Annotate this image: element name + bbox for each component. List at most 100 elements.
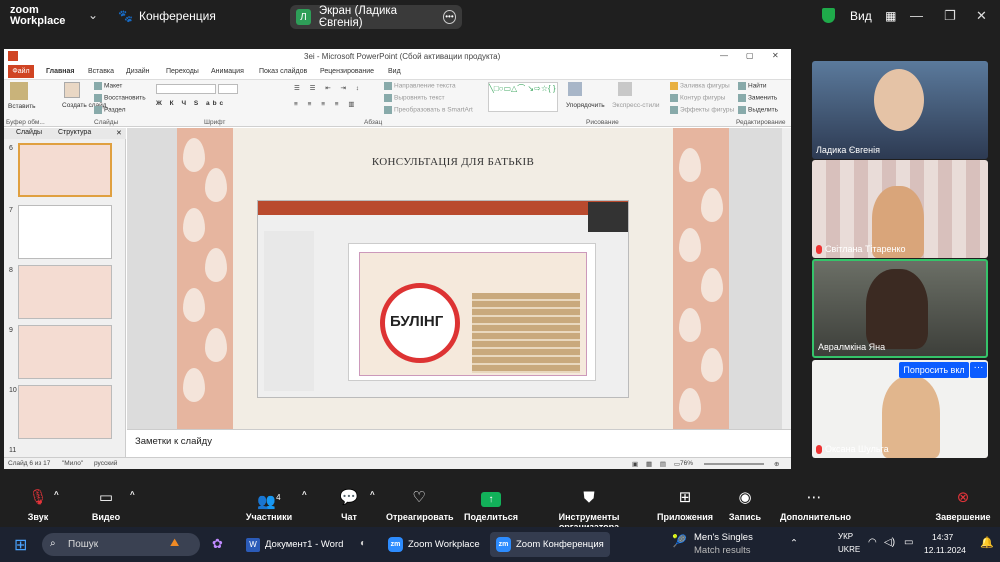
- slide-thumbnail[interactable]: [18, 143, 112, 197]
- shapes-gallery[interactable]: ╲□○▭△⌒ ↘⇨☆{ }: [488, 82, 558, 112]
- smartart-button[interactable]: Преобразовать в SmartArt: [394, 107, 473, 114]
- clock-time[interactable]: 14:37: [932, 532, 953, 542]
- mute-options-chevron[interactable]: ^: [54, 490, 59, 499]
- taskbar-search[interactable]: ⌕ Пошук ⛰: [42, 533, 200, 556]
- host-tools-button[interactable]: ⛊Инструменты организатора: [530, 490, 648, 533]
- text-direction-button[interactable]: Направление текста: [394, 83, 456, 90]
- slide-thumbnail[interactable]: [18, 385, 112, 439]
- tab-slides[interactable]: Слайды: [16, 129, 42, 136]
- tab-view[interactable]: Вид: [388, 68, 401, 75]
- record-button[interactable]: ◉ Запись: [728, 490, 762, 523]
- taskbar-app-zoom-meeting[interactable]: zm Zoom Конференция: [490, 532, 610, 557]
- select-button[interactable]: Выделить: [748, 107, 778, 114]
- ask-to-unmute-button[interactable]: Попросить вкл: [899, 362, 969, 378]
- font-family-select[interactable]: [156, 84, 216, 94]
- share-button[interactable]: ↑ Поделиться: [464, 490, 518, 522]
- find-button[interactable]: Найти: [748, 83, 767, 90]
- vertical-scrollbar[interactable]: [782, 128, 791, 429]
- copilot-icon[interactable]: ✿: [212, 536, 223, 552]
- battery-icon[interactable]: ▭: [904, 537, 913, 548]
- chevron-down-icon[interactable]: ⌄: [88, 8, 98, 22]
- arrange-button[interactable]: Упорядочить: [566, 102, 605, 109]
- apps-button[interactable]: ⊞ Приложения: [656, 490, 714, 523]
- more-button[interactable]: ⋯ Дополнительно: [780, 490, 851, 523]
- slide-notes[interactable]: Заметки к слайду: [127, 429, 791, 457]
- notification-bell-icon[interactable]: 🔔: [980, 536, 994, 549]
- effects-button[interactable]: Эффекты фигуры: [680, 107, 734, 114]
- align-text-button[interactable]: Выровнять текст: [394, 95, 445, 102]
- layout-button[interactable]: Макет: [104, 83, 122, 90]
- meeting-menu[interactable]: 🐾 Конференция: [118, 9, 216, 23]
- chevron-up-icon[interactable]: ⌃: [790, 538, 798, 549]
- participant-tile-active-speaker[interactable]: Авралмкіна Яна: [812, 259, 988, 358]
- close-icon[interactable]: ✕: [976, 8, 987, 24]
- participants-options-chevron[interactable]: ^: [302, 490, 307, 499]
- tab-animation[interactable]: Анимация: [211, 68, 244, 75]
- tab-design[interactable]: Дизайн: [126, 68, 150, 75]
- embedded-screenshot: БУЛІНГ: [257, 200, 629, 398]
- video-button[interactable]: ▭ Видео: [88, 490, 124, 523]
- language-indicator[interactable]: русский: [94, 460, 117, 467]
- quick-styles-button[interactable]: Экспресс-стили: [612, 102, 660, 109]
- new-slide-icon[interactable]: [64, 82, 80, 98]
- replace-button[interactable]: Заменить: [748, 95, 777, 102]
- restore-icon[interactable]: ❐: [944, 8, 956, 24]
- minimize-icon[interactable]: —: [910, 8, 923, 23]
- outline-button[interactable]: Контур фигуры: [680, 95, 725, 102]
- font-format-buttons[interactable]: Ж К Ч S abc: [156, 100, 226, 107]
- zoom-level[interactable]: 76%: [680, 460, 693, 467]
- network-icon[interactable]: ◠: [868, 537, 877, 548]
- close-panel-icon[interactable]: ✕: [116, 129, 122, 137]
- participant-tile[interactable]: Світлана Тітаренко: [812, 160, 988, 258]
- language-indicator[interactable]: УКР: [838, 532, 853, 541]
- list-buttons[interactable]: ☰ ☰ ⇤ ⇥ ↕: [294, 84, 363, 92]
- volume-icon[interactable]: ◁): [884, 537, 895, 548]
- tab-insert[interactable]: Вставка: [88, 68, 114, 75]
- search-highlight-icon: ⛰: [170, 537, 180, 549]
- fill-button[interactable]: Заливка фигуры: [680, 83, 730, 90]
- video-options-chevron[interactable]: ^: [130, 490, 135, 499]
- paste-icon[interactable]: [10, 82, 28, 100]
- end-button[interactable]: ⊗ Завершение: [934, 489, 992, 523]
- paste-button[interactable]: Вставить: [8, 103, 36, 110]
- tab-home[interactable]: Главная: [46, 68, 74, 75]
- font-size-select[interactable]: [218, 84, 238, 94]
- tab-transitions[interactable]: Переходы: [166, 68, 199, 75]
- more-options-icon[interactable]: •••: [442, 10, 456, 24]
- chat-options-chevron[interactable]: ^: [370, 490, 375, 499]
- tab-review[interactable]: Рецензирование: [320, 68, 374, 75]
- mute-button[interactable]: 🎙 Звук: [22, 490, 54, 523]
- slide-thumbnail[interactable]: [18, 325, 112, 379]
- tab-slideshow[interactable]: Показ слайдов: [259, 68, 307, 75]
- taskbar-extra-icon[interactable]: ◐: [360, 538, 366, 549]
- reactions-button[interactable]: ♡ Отреагировать: [386, 490, 454, 523]
- slide-thumbnail[interactable]: [18, 205, 112, 259]
- ppt-close-icon[interactable]: ✕: [772, 51, 779, 60]
- security-shield-icon[interactable]: [822, 8, 835, 23]
- notification-title[interactable]: Men's Singles: [694, 532, 753, 543]
- meeting-label: Конференция: [138, 9, 216, 23]
- fit-slide-icon[interactable]: ⊕: [774, 460, 779, 468]
- reset-button[interactable]: Восстановить: [104, 95, 146, 102]
- current-slide[interactable]: КОНСУЛЬТАЦІЯ ДЛЯ БАТЬКІВ БУЛІНГ: [177, 128, 729, 429]
- section-button[interactable]: Раздел: [104, 107, 125, 114]
- windows-start-icon[interactable]: ⊞: [14, 535, 27, 555]
- zoom-slider[interactable]: [704, 463, 764, 465]
- word-icon: W: [246, 537, 260, 552]
- taskbar-app-word[interactable]: W Документ1 - Word: [240, 532, 349, 557]
- view-menu[interactable]: Вид ▦: [850, 9, 896, 23]
- slide-thumbnail[interactable]: [18, 265, 112, 319]
- tile-more-icon[interactable]: ···: [970, 362, 987, 378]
- slide-title: КОНСУЛЬТАЦІЯ ДЛЯ БАТЬКІВ: [371, 156, 535, 168]
- chat-button[interactable]: 💬 Чат: [336, 490, 362, 523]
- participant-tile[interactable]: Ладика Євгенія: [812, 61, 988, 159]
- taskbar-app-zoom-workplace[interactable]: zm Zoom Workplace: [382, 532, 486, 557]
- screen-share-tab[interactable]: Л Экран (Ладика Євгенія) •••: [290, 5, 462, 29]
- align-buttons[interactable]: ≡ ≡ ≡ ≡ ▥: [294, 100, 359, 108]
- tab-outline[interactable]: Структура: [58, 129, 91, 136]
- view-buttons[interactable]: ▣ ▦ ▤ ▭: [632, 460, 683, 468]
- end-call-icon: ⊗: [956, 489, 970, 506]
- participants-button[interactable]: 👥4 Участники: [240, 490, 298, 522]
- ppt-maximize-icon[interactable]: ▢: [746, 51, 754, 60]
- ppt-minimize-icon[interactable]: —: [720, 51, 728, 60]
